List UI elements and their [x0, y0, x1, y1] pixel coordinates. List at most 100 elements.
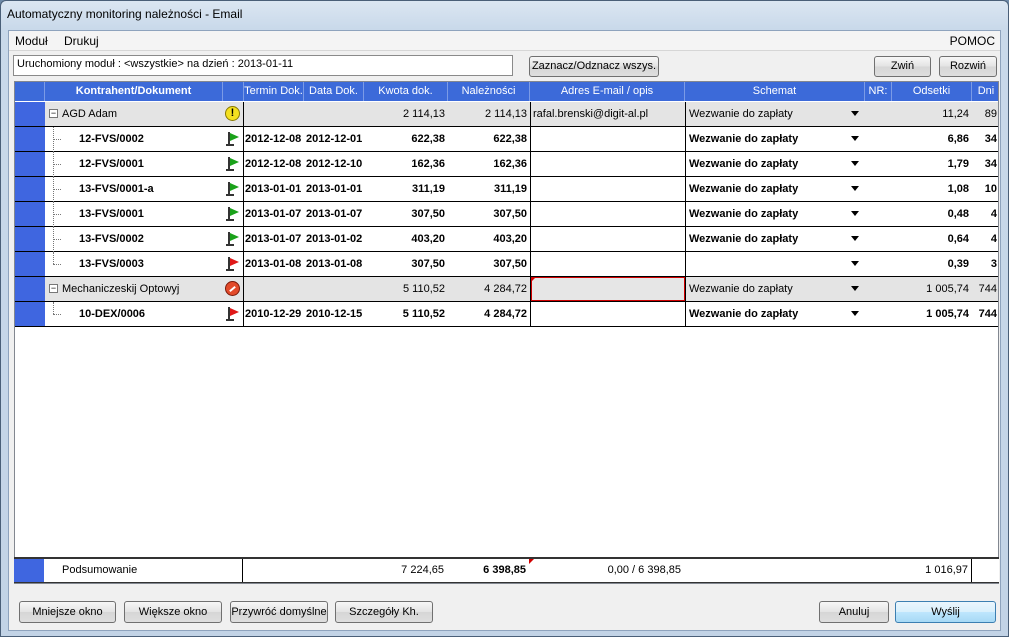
schema-select[interactable]: Wezwanie do zapłaty — [689, 177, 849, 201]
column-divider — [243, 177, 244, 201]
header-naleznosci[interactable]: Należności — [448, 82, 530, 101]
group-row[interactable]: − AGD Adam! 2 114,13 2 114,13 rafal.brenski@… — [15, 102, 998, 127]
menu-help[interactable]: POMOC — [950, 34, 995, 48]
schema-select[interactable]: Wezwanie do zapłaty — [689, 302, 849, 326]
email-field[interactable] — [533, 302, 683, 326]
chevron-down-icon[interactable] — [851, 286, 859, 291]
chevron-down-icon[interactable] — [851, 261, 859, 266]
red-flag-icon — [226, 257, 240, 271]
document-row[interactable]: 13-FVS/0003 2013-01-08 2013-01-08 307,50 307… — [15, 252, 998, 277]
document-amount: 403,20 — [411, 233, 445, 245]
email-field[interactable] — [533, 227, 683, 251]
chevron-down-icon[interactable] — [851, 211, 859, 216]
column-divider — [243, 202, 244, 226]
days-overdue: 89 — [984, 108, 997, 120]
customer-details-button[interactable]: Szczegóły Kh. — [335, 601, 433, 623]
column-divider — [685, 127, 686, 151]
document-row[interactable]: 10-DEX/0006 2010-12-29 2010-12-15 5 110,52 4… — [15, 302, 998, 327]
header-email[interactable]: Adres E-mail / opis — [530, 82, 685, 101]
column-divider — [243, 127, 244, 151]
nr-field — [866, 227, 892, 251]
menu-drukuj[interactable]: Drukuj — [64, 34, 99, 48]
document-row[interactable]: 13-FVS/0001 2013-01-07 2013-01-07 307,50 307… — [15, 202, 998, 227]
header-kwota[interactable]: Kwota dok. — [364, 82, 448, 101]
header-indicator — [15, 82, 45, 101]
schema-select[interactable]: Wezwanie do zapłaty — [689, 227, 849, 251]
bigger-window-button[interactable]: Większe okno — [124, 601, 222, 623]
row-indicator[interactable] — [15, 127, 45, 151]
menu-modul[interactable]: Moduł — [15, 34, 48, 48]
smaller-window-button[interactable]: Mniejsze okno — [19, 601, 116, 623]
row-indicator[interactable] — [15, 177, 45, 201]
schema-select[interactable]: Wezwanie do zapłaty — [689, 152, 849, 176]
receivable-amount: 622,38 — [493, 133, 527, 145]
interest-amount: 1 005,74 — [926, 308, 969, 320]
expand-button[interactable]: Rozwiń — [939, 56, 997, 77]
group-row[interactable]: − Mechaniczeskij Optowyj 5 110,52 4 284,72 W… — [15, 277, 998, 302]
email-field[interactable] — [533, 152, 683, 176]
document-row[interactable]: 13-FVS/0002 2013-01-07 2013-01-02 403,20 403… — [15, 227, 998, 252]
email-field[interactable] — [533, 252, 683, 276]
client-area: Moduł Drukuj POMOC Uruchomiony moduł : <… — [8, 30, 1001, 631]
collapse-toggle-icon[interactable]: − — [49, 109, 58, 118]
header-dni[interactable]: Dni — [972, 82, 998, 101]
title-bar[interactable]: Automatyczny monitoring należności - Ema… — [1, 1, 1008, 29]
due-date: 2013-01-01 — [245, 183, 302, 195]
email-field[interactable]: rafal.brenski@digit-al.pl — [533, 102, 683, 126]
nr-field — [866, 152, 892, 176]
chevron-down-icon[interactable] — [851, 311, 859, 316]
email-field[interactable] — [533, 127, 683, 151]
chevron-down-icon[interactable] — [851, 111, 859, 116]
column-divider — [685, 277, 686, 301]
email-field[interactable] — [533, 277, 683, 301]
nr-field — [866, 252, 892, 276]
header-data[interactable]: Data Dok. — [304, 82, 364, 101]
row-indicator[interactable] — [15, 152, 45, 176]
row-indicator[interactable] — [15, 302, 45, 326]
schema-select[interactable]: Wezwanie do zapłaty — [689, 202, 849, 226]
restore-defaults-button[interactable]: Przywróć domyślne — [230, 601, 328, 623]
header-odsetki[interactable]: Odsetki — [892, 82, 972, 101]
select-all-button[interactable]: Zaznacz/Odznacz wszys. — [529, 56, 659, 77]
document-date: 2012-12-01 — [306, 133, 363, 145]
column-divider — [685, 227, 686, 251]
due-date — [245, 102, 304, 126]
receivable-amount: 4 284,72 — [484, 283, 527, 295]
chevron-down-icon[interactable] — [851, 161, 859, 166]
window-title: Automatyczny monitoring należności - Ema… — [7, 7, 243, 21]
collapse-button[interactable]: Zwiń — [874, 56, 931, 77]
email-field[interactable] — [533, 202, 683, 226]
header-termin[interactable]: Termin Dok. — [244, 82, 304, 101]
row-indicator[interactable] — [15, 102, 45, 126]
chevron-down-icon[interactable] — [851, 136, 859, 141]
document-amount: 622,38 — [411, 133, 445, 145]
email-field[interactable] — [533, 177, 683, 201]
send-button[interactable]: Wyślij — [895, 601, 996, 623]
header-schemat[interactable]: Schemat — [685, 82, 865, 101]
column-divider — [243, 227, 244, 251]
document-row[interactable]: 12-FVS/0002 2012-12-08 2012-12-01 622,38 622… — [15, 127, 998, 152]
red-flag-icon — [226, 307, 240, 321]
cancel-button[interactable]: Anuluj — [819, 601, 889, 623]
row-indicator[interactable] — [15, 227, 45, 251]
schema-select[interactable]: Wezwanie do zapłaty — [689, 277, 849, 301]
document-number: 12-FVS/0001 — [79, 158, 144, 170]
column-divider — [530, 102, 531, 126]
document-row[interactable]: 12-FVS/0001 2012-12-08 2012-12-10 162,36 162… — [15, 152, 998, 177]
row-indicator[interactable] — [15, 277, 45, 301]
data-grid[interactable]: Kontrahent/Dokument Termin Dok. Data Dok… — [14, 81, 999, 584]
header-kontrahent[interactable]: Kontrahent/Dokument — [45, 82, 223, 101]
document-row[interactable]: 13-FVS/0001-a 2013-01-01 2013-01-01 311,19 3… — [15, 177, 998, 202]
schema-select[interactable]: Wezwanie do zapłaty — [689, 127, 849, 151]
days-overdue: 34 — [984, 133, 997, 145]
row-indicator[interactable] — [15, 202, 45, 226]
row-indicator[interactable] — [15, 252, 45, 276]
document-number: 13-FVS/0002 — [79, 233, 144, 245]
chevron-down-icon[interactable] — [851, 236, 859, 241]
receivable-amount: 403,20 — [493, 233, 527, 245]
schema-select[interactable] — [689, 252, 849, 276]
schema-select[interactable]: Wezwanie do zapłaty — [689, 102, 849, 126]
collapse-toggle-icon[interactable]: − — [49, 284, 58, 293]
header-nr[interactable]: NR: — [865, 82, 892, 101]
chevron-down-icon[interactable] — [851, 186, 859, 191]
